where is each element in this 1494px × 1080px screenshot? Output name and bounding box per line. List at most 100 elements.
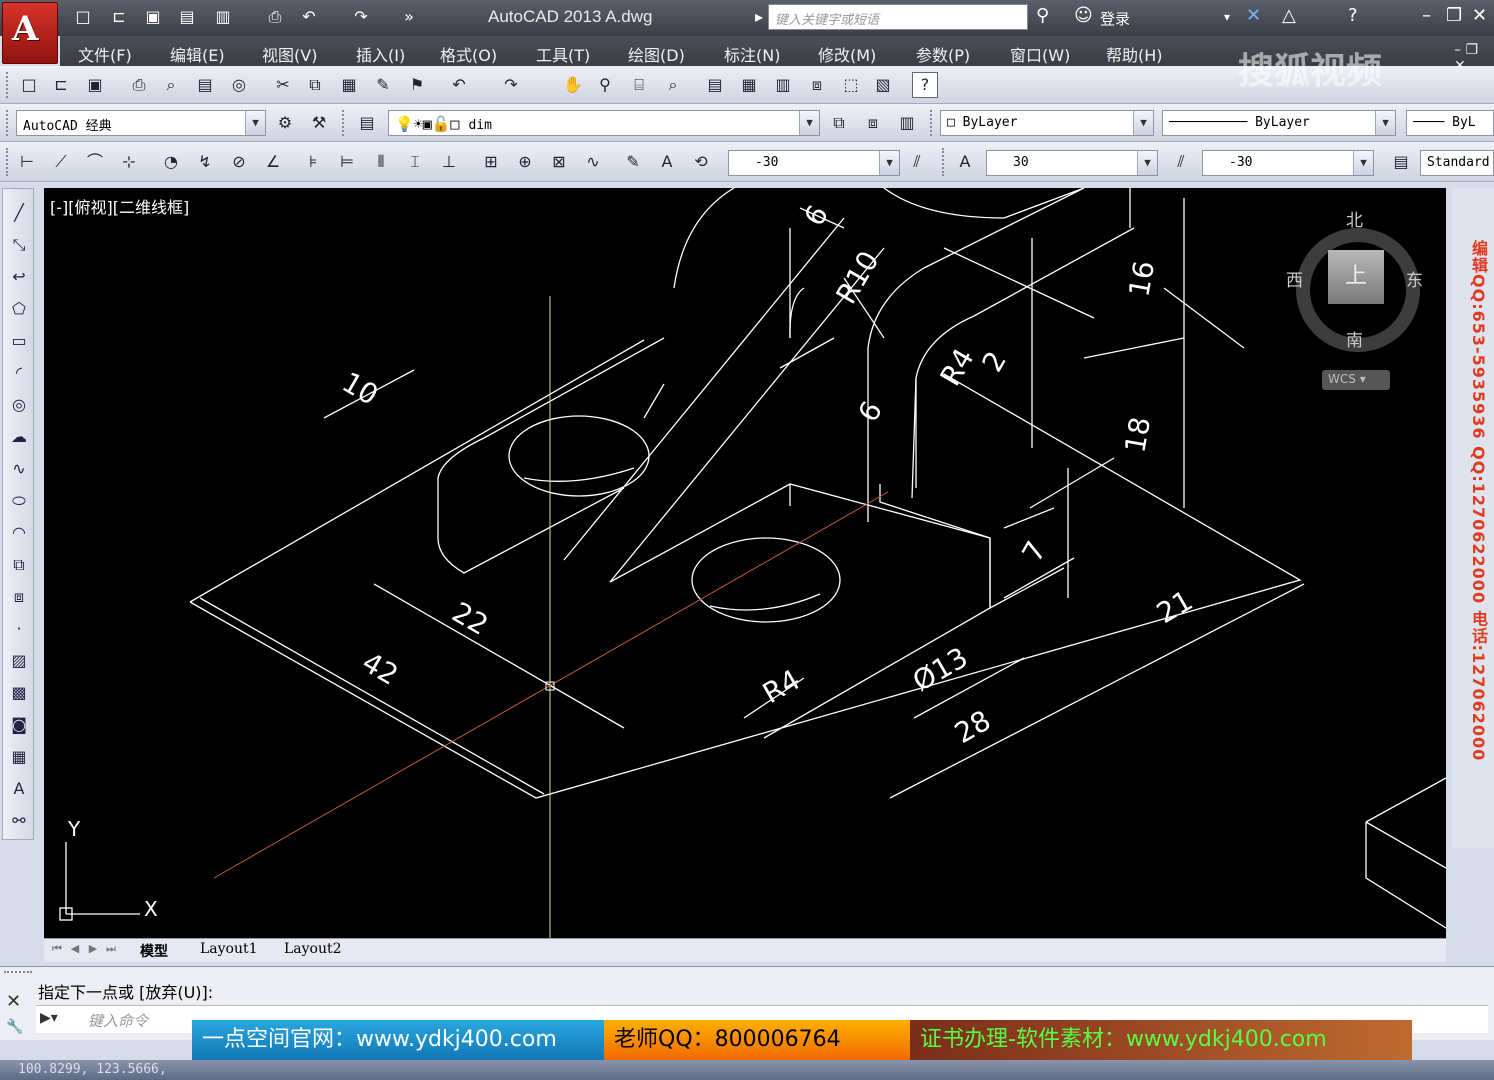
workspace-settings-icon[interactable]: ⚙ [272,110,298,136]
dimstyle-icon[interactable]: ▤ [1388,149,1414,175]
layer-states-icon[interactable]: ▥ [894,110,920,136]
application-menu-button[interactable]: A [2,2,58,64]
undo-tool-icon[interactable]: ↶ [446,72,472,98]
dim-angle-2-select[interactable]: -30 ▼ [1202,150,1374,176]
copy-icon[interactable]: ⧉ [302,72,328,98]
ellipse-icon[interactable]: ⬭ [7,489,31,513]
tab-model[interactable]: 模型 [140,941,168,961]
arc-length-icon[interactable]: ⌒ [82,149,108,175]
menu-edit[interactable]: 编辑(E) [170,42,225,66]
line-icon[interactable]: ╱ [7,201,31,225]
first-tab-icon[interactable]: ⏮ [50,942,64,960]
break-icon[interactable]: ⊥ [436,149,462,175]
wcs-menu[interactable]: WCS ▾ [1322,370,1390,390]
linear-dimension-icon[interactable]: ⊢ [14,149,40,175]
drawing-area[interactable]: [-][俯视][二维线框] 6 R10 16 R4 2 6 18 10 7 22… [44,188,1446,938]
menu-help[interactable]: 帮助(H) [1106,42,1163,66]
construction-line-icon[interactable]: ⤡ [7,233,31,257]
toolbar-grip[interactable] [942,148,946,176]
zoom-realtime-icon[interactable]: ⚲ [592,72,618,98]
last-tab-icon[interactable]: ⏭ [104,942,118,960]
table-icon[interactable]: ▦ [7,745,31,769]
zoom-window-icon[interactable]: ⌸ [626,72,652,98]
hatch-icon[interactable]: ▨ [7,649,31,673]
dimension-edit-icon[interactable]: ✎ [620,149,646,175]
dropdown-icon[interactable]: ▾ [1224,10,1230,24]
text-angle-select[interactable]: 30 ▼ [986,150,1158,176]
baseline-icon[interactable]: ⊨ [334,149,360,175]
dimstyle-select[interactable]: Standard [1420,150,1494,176]
gradient-icon[interactable]: ▩ [7,681,31,705]
save-as-icon[interactable]: ▤ [176,6,198,28]
minimize-icon[interactable]: – [1422,5,1431,26]
text-style-icon[interactable]: A [952,149,978,175]
make-block-icon[interactable]: ⧈ [7,585,31,609]
open-icon[interactable]: ⊏ [48,72,74,98]
arc-icon[interactable]: ◜ [7,361,31,385]
binoculars-icon[interactable]: ⚲ [1036,5,1049,26]
chevron-down-icon[interactable]: ▼ [799,111,819,135]
new-file-icon[interactable]: □ [72,6,94,28]
tab-layout1[interactable]: Layout1 [200,941,258,957]
ellipse-arc-icon[interactable]: ◠ [7,521,31,545]
chevron-down-icon[interactable]: ▼ [879,151,899,175]
linetype-select[interactable]: ────────── ByLayer ▼ [1162,110,1396,136]
toolbar-grip[interactable] [342,110,346,136]
block-editor-icon[interactable]: ⚑ [404,72,430,98]
spline-icon[interactable]: ∿ [7,457,31,481]
point-icon[interactable]: · [7,617,31,641]
zoom-previous-icon[interactable]: ⌕ [660,72,686,98]
exchange-icon[interactable]: ✕ [1246,5,1261,26]
search-input[interactable]: 键入关键字或短语 [768,4,1028,30]
layer-manager-icon[interactable]: ▤ [354,110,380,136]
workspace-select[interactable]: AutoCAD 经典 ▼ [16,110,266,136]
circle-icon[interactable]: ◎ [7,393,31,417]
calculator-icon[interactable]: ▧ [870,72,896,98]
menu-file[interactable]: 文件(F) [78,42,132,66]
connect-icon[interactable]: △ [1282,5,1296,26]
pan-icon[interactable]: ✋ [560,72,586,98]
user-icon[interactable]: ☺ [1074,5,1093,26]
oblique-icon[interactable]: ⫽ [904,149,930,175]
polygon-icon[interactable]: ⬠ [7,297,31,321]
continue-icon[interactable]: ⫴ [368,149,394,175]
toolbar-grip[interactable] [6,148,10,176]
sheet-set-icon[interactable]: ⧈ [804,72,830,98]
paste-icon[interactable]: ▦ [336,72,362,98]
menu-draw[interactable]: 绘图(D) [628,42,685,66]
more-icon[interactable]: » [398,6,420,28]
menu-dimension[interactable]: 标注(N) [724,42,780,66]
open-file-icon[interactable]: ⊏ [108,6,130,28]
prev-tab-icon[interactable]: ◀ [68,942,82,960]
close-icon[interactable]: ✕ [1472,5,1487,26]
menu-parametric[interactable]: 参数(P) [916,42,970,66]
chevron-down-icon[interactable]: ▼ [1353,151,1373,175]
redo-icon[interactable]: ↷ [350,6,372,28]
cut-icon[interactable]: ✂ [270,72,296,98]
text-oblique-icon[interactable]: ⫽ [1168,149,1194,175]
command-prompt-icon[interactable]: ▶▾ [40,1010,58,1026]
properties-icon[interactable]: ▤ [702,72,728,98]
design-center-icon[interactable]: ▦ [736,72,762,98]
plot-icon[interactable]: ⎙ [126,72,152,98]
publish-icon[interactable]: ▥ [212,6,234,28]
tab-layout2[interactable]: Layout2 [284,941,342,957]
dimension-update-icon[interactable]: ⟲ [688,149,714,175]
color-select[interactable]: □ ByLayer ▼ [940,110,1154,136]
diameter-icon[interactable]: ⊘ [226,149,252,175]
search-expand-icon[interactable]: ▸ [748,6,770,28]
menu-insert[interactable]: 插入(I) [356,42,405,66]
layer-select[interactable]: 💡☀▣🔓□ dim ▼ [388,110,820,136]
menu-window[interactable]: 窗口(W) [1010,42,1070,66]
dim-angle-select[interactable]: -30 ▼ [728,150,900,176]
preview-icon[interactable]: ⌕ [158,72,184,98]
3d-dwf-icon[interactable]: ◎ [226,72,252,98]
chevron-down-icon[interactable]: ▼ [1137,151,1157,175]
radius-icon[interactable]: ◔ [158,149,184,175]
compass-south[interactable]: 南 [1346,326,1363,351]
login-button[interactable]: 登录 [1100,8,1130,29]
chevron-down-icon[interactable]: ▼ [245,111,265,135]
dimension-text-edit-icon[interactable]: A [654,149,680,175]
menu-view[interactable]: 视图(V) [262,42,317,66]
menu-format[interactable]: 格式(O) [440,42,497,66]
